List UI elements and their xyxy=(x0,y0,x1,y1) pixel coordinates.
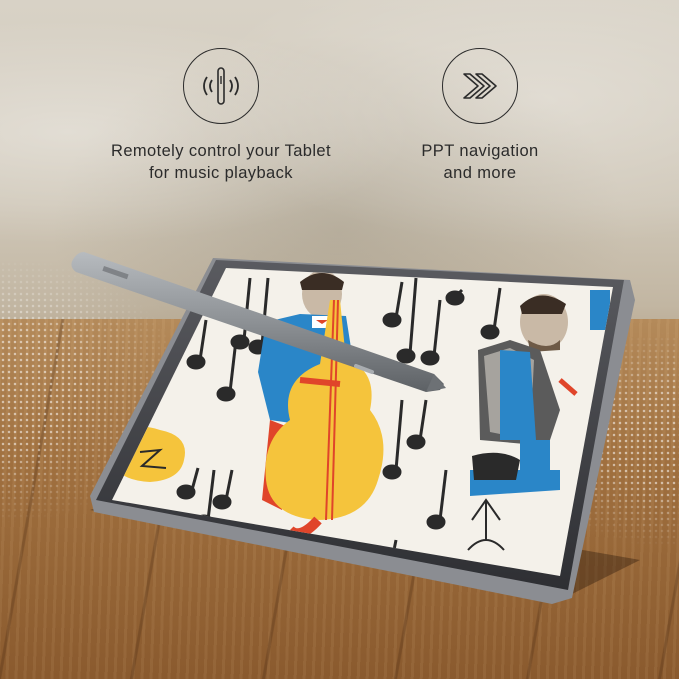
product-scene: Remotely control your Tablet for music p… xyxy=(0,0,679,679)
tablet-illustration xyxy=(71,252,640,604)
